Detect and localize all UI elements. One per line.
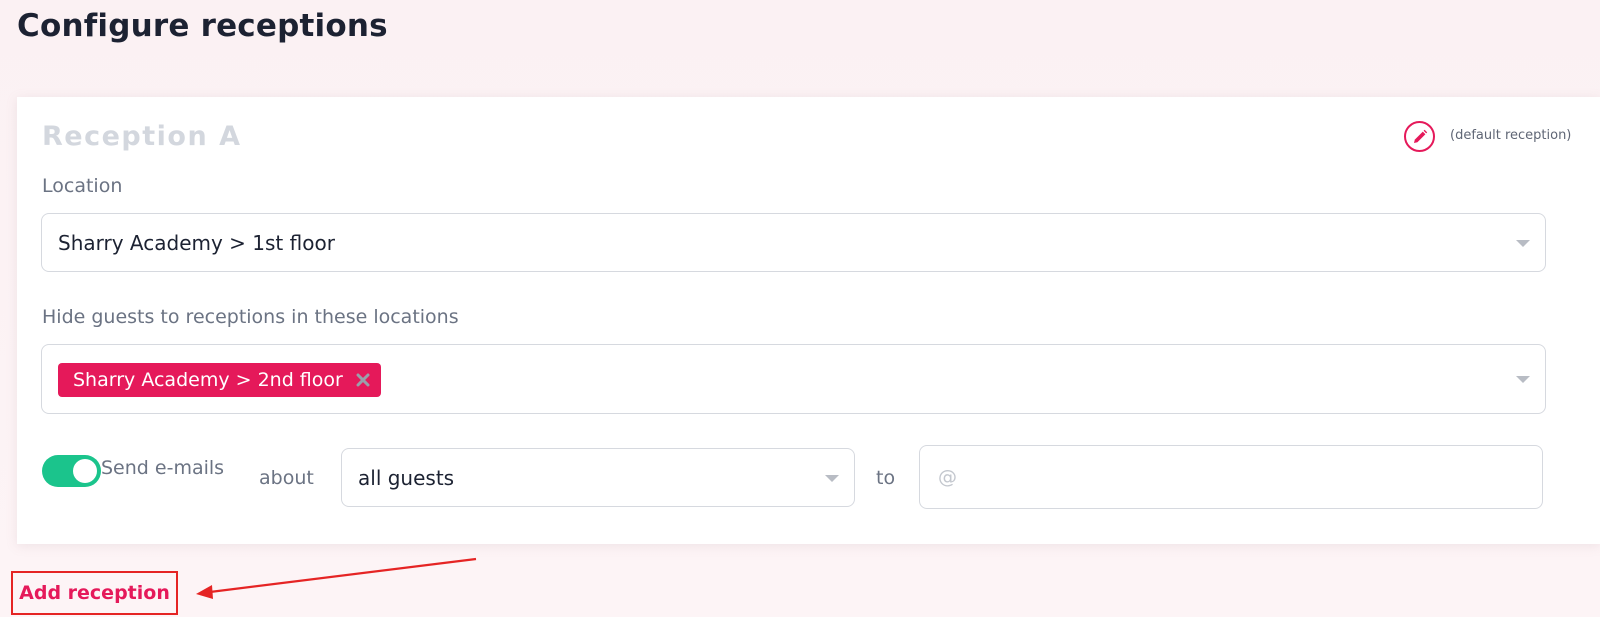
configure-receptions-page: Configure receptions Reception A (defaul… — [0, 0, 1600, 617]
about-label: about — [259, 467, 314, 489]
location-label: Location — [42, 175, 123, 197]
to-label: to — [876, 467, 896, 489]
edit-reception-button[interactable] — [1404, 121, 1435, 152]
hide-guests-multiselect[interactable]: Sharry Academy > 2nd floor — [41, 344, 1546, 414]
chevron-down-icon — [1516, 239, 1530, 247]
reception-name: Reception A — [42, 121, 242, 152]
location-chip-label: Sharry Academy > 2nd floor — [73, 369, 343, 391]
page-title: Configure receptions — [17, 8, 388, 44]
default-reception-tag: (default reception) — [1450, 128, 1572, 143]
add-reception-button[interactable]: Add reception — [11, 571, 178, 615]
reception-card: Reception A (default reception) Location… — [17, 97, 1600, 544]
toggle-knob — [73, 459, 97, 483]
chevron-down-icon — [825, 474, 839, 482]
location-select-value: Sharry Academy > 1st floor — [58, 230, 335, 255]
location-chip: Sharry Academy > 2nd floor — [58, 363, 381, 397]
close-icon[interactable] — [355, 372, 371, 388]
location-select[interactable]: Sharry Academy > 1st floor — [41, 213, 1546, 272]
email-recipient-input[interactable] — [919, 445, 1543, 509]
pencil-icon — [1413, 129, 1427, 143]
send-emails-label: Send e-mails — [101, 457, 225, 479]
add-reception-label: Add reception — [19, 582, 170, 604]
hide-guests-label: Hide guests to receptions in these locat… — [42, 306, 459, 328]
send-emails-toggle[interactable] — [42, 455, 101, 487]
chevron-down-icon — [1516, 376, 1530, 383]
about-select-value: all guests — [358, 465, 455, 490]
about-select[interactable]: all guests — [341, 448, 855, 507]
